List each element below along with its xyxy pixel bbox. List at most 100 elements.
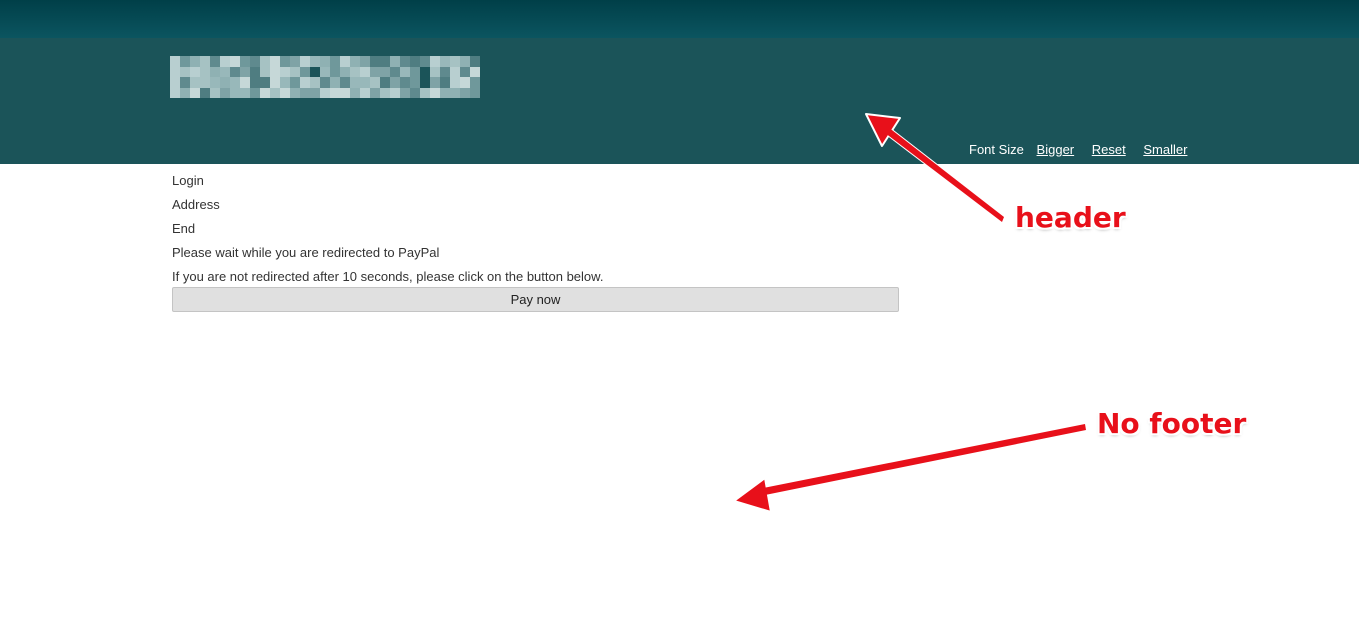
- logo-pixel: [190, 77, 200, 88]
- logo-pixel: [370, 66, 380, 77]
- logo-pixel: [330, 87, 340, 98]
- logo-pixel: [190, 87, 200, 98]
- top-bar: [0, 0, 1359, 38]
- step-end: End: [172, 221, 196, 236]
- logo-pixel: [380, 77, 390, 88]
- logo-pixel: [290, 87, 300, 98]
- logo-pixel: [250, 66, 260, 77]
- logo-pixel: [420, 87, 430, 98]
- logo-pixel: [210, 87, 220, 98]
- logo-pixel: [440, 56, 450, 67]
- logo-pixel: [260, 77, 270, 88]
- logo-pixel: [180, 77, 190, 88]
- logo-pixel: [260, 87, 270, 98]
- logo-pixel: [390, 66, 400, 77]
- logo-pixel: [380, 66, 390, 77]
- logo-pixel: [370, 87, 380, 98]
- logo-pixel: [360, 87, 370, 98]
- logo-pixel: [420, 56, 430, 67]
- logo-pixel: [340, 66, 350, 77]
- logo-pixel: [360, 56, 370, 67]
- logo-pixel: [170, 77, 180, 88]
- logo-pixel: [180, 66, 190, 77]
- logo-pixel: [380, 87, 390, 98]
- logo-pixel: [220, 87, 230, 98]
- logo-pixel: [460, 87, 470, 98]
- logo-pixel: [230, 66, 240, 77]
- footer-arrow: [733, 422, 1088, 513]
- logo-pixel: [240, 56, 250, 67]
- font-size-label: Font Size: [969, 142, 1024, 157]
- logo-pixel: [200, 77, 210, 88]
- logo-pixel: [180, 56, 190, 67]
- logo-pixel: [340, 77, 350, 88]
- logo-pixel: [240, 77, 250, 88]
- logo-pixel: [310, 77, 320, 88]
- logo-pixel: [320, 77, 330, 88]
- redirect-message: Please wait while you are redirected to …: [172, 245, 440, 260]
- site-header: Font Size Bigger Reset Smaller: [0, 38, 1359, 164]
- logo-pixel: [470, 56, 480, 67]
- font-bigger-link[interactable]: Bigger: [1037, 142, 1075, 157]
- logo-pixel: [340, 56, 350, 67]
- page: Font Size Bigger Reset Smaller Login Add…: [0, 0, 1359, 632]
- logo-pixel: [440, 77, 450, 88]
- logo-pixel: [270, 56, 280, 67]
- logo-pixel: [270, 77, 280, 88]
- logo-pixel: [430, 77, 440, 88]
- logo-pixel: [430, 66, 440, 77]
- logo-pixel: [390, 77, 400, 88]
- logo-pixel: [420, 67, 430, 78]
- logo-pixel: [350, 56, 360, 67]
- logo-pixel: [210, 56, 220, 67]
- logo-pixel: [460, 77, 470, 88]
- logo-pixel: [270, 66, 280, 77]
- logo-pixel: [180, 87, 190, 98]
- logo-pixel: [470, 77, 480, 88]
- logo-pixel: [190, 56, 200, 67]
- pay-now-button[interactable]: Pay now: [172, 287, 899, 312]
- logo-pixel: [400, 66, 410, 77]
- logo-pixel: [450, 77, 460, 88]
- logo-pixel: [310, 67, 320, 78]
- logo-pixel: [350, 87, 360, 98]
- logo-pixel: [390, 87, 400, 98]
- logo-pixel: [220, 66, 230, 77]
- logo-pixel: [230, 87, 240, 98]
- logo-pixel: [210, 77, 220, 88]
- logo-pixel: [320, 87, 330, 98]
- logo-pixel: [240, 87, 250, 98]
- logo-pixel: [350, 77, 360, 88]
- site-logo[interactable]: [170, 56, 480, 98]
- logo-pixel: [320, 66, 330, 77]
- logo-pixel: [410, 87, 420, 98]
- logo-pixel: [190, 66, 200, 77]
- logo-pixel: [260, 56, 270, 67]
- logo-pixel: [390, 56, 400, 67]
- font-reset-link[interactable]: Reset: [1092, 142, 1126, 157]
- font-smaller-link[interactable]: Smaller: [1143, 142, 1187, 157]
- logo-pixel: [300, 87, 310, 98]
- logo-pixel: [270, 87, 280, 98]
- font-size-controls: Font Size Bigger Reset Smaller: [969, 142, 1201, 157]
- logo-pixel: [280, 87, 290, 98]
- logo-pixel: [430, 87, 440, 98]
- logo-pixel: [250, 56, 260, 67]
- logo-pixel: [410, 56, 420, 67]
- logo-pixel: [400, 87, 410, 98]
- logo-pixel: [350, 66, 360, 77]
- logo-pixel: [280, 56, 290, 67]
- logo-pixel: [210, 66, 220, 77]
- logo-pixel: [220, 56, 230, 67]
- header-annotation-label: header: [1015, 201, 1126, 234]
- logo-pixel: [410, 77, 420, 88]
- step-address: Address: [172, 197, 220, 212]
- logo-pixel: [250, 87, 260, 98]
- logo-pixel: [470, 66, 480, 77]
- logo-pixel: [450, 66, 460, 77]
- logo-pixel: [460, 56, 470, 67]
- logo-pixel: [300, 77, 310, 88]
- logo-pixel: [330, 56, 340, 67]
- logo-pixel: [410, 66, 420, 77]
- logo-pixel: [170, 87, 180, 98]
